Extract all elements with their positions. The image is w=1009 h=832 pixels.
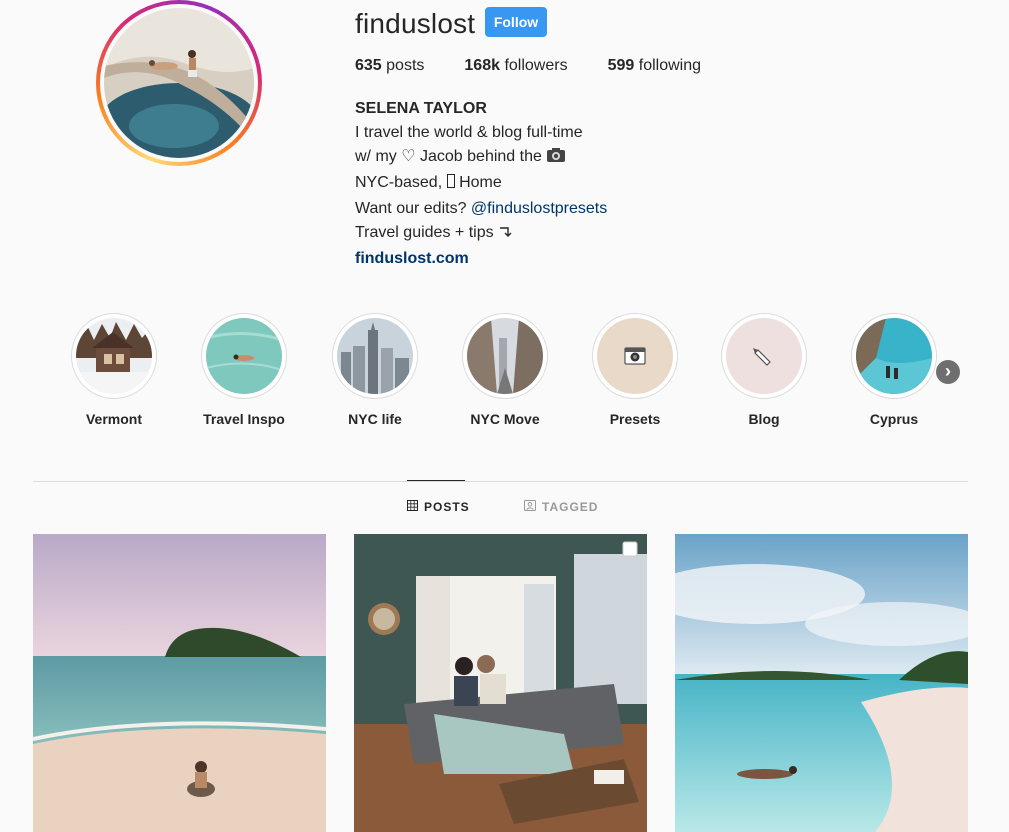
highlight-label: NYC Move — [470, 411, 540, 427]
highlight-nyc-life[interactable]: NYC life — [330, 313, 420, 427]
presets-mention-link[interactable]: @finduslostpresets — [471, 200, 607, 217]
tab-posts-label: POSTS — [424, 500, 470, 514]
street-photo-icon — [467, 318, 543, 394]
username: finduslost — [355, 8, 476, 39]
bio-line-3: NYC-based, Home — [355, 171, 607, 197]
island-beach-photo-icon — [33, 534, 326, 832]
bio-line-5-text: Travel guides + tips — [355, 224, 494, 241]
tab-tagged-label: TAGGED — [542, 500, 599, 514]
avatar-image — [104, 8, 254, 158]
highlights-next-button[interactable]: › — [936, 360, 960, 384]
profile-bio: SELENA TAYLOR I travel the world & blog … — [355, 97, 607, 271]
living-room-photo-icon — [354, 534, 647, 832]
cabin-photo-icon — [76, 318, 152, 394]
skyline-photo-icon — [337, 318, 413, 394]
bio-line-4-text: Want our edits? — [355, 200, 467, 217]
post-thumbnail[interactable] — [675, 534, 968, 832]
full-name: SELENA TAYLOR — [355, 100, 487, 117]
tab-tagged[interactable]: TAGGED — [524, 500, 598, 514]
swimmer-photo-icon — [206, 318, 282, 394]
highlight-ring — [332, 313, 418, 399]
pencil-icon — [726, 318, 802, 394]
highlight-blog[interactable]: Blog — [719, 313, 809, 427]
highlight-travel-inspo[interactable]: Travel Inspo — [199, 313, 289, 427]
profile-stats: 635 posts 168k followers 599 following — [355, 57, 741, 75]
following-count: 599 — [607, 57, 635, 74]
followers-count: 168k — [464, 57, 500, 74]
highlight-presets[interactable]: Presets — [590, 313, 680, 427]
highlight-label: NYC life — [348, 411, 402, 427]
profile-avatar[interactable] — [96, 0, 262, 166]
bio-line-1: I travel the world & blog full-time — [355, 124, 583, 141]
highlight-label: Presets — [609, 411, 661, 427]
lagoon-photo-icon — [675, 534, 968, 832]
posts-label: posts — [386, 57, 425, 74]
following-label: following — [638, 57, 702, 74]
bio-line-3a: NYC-based, — [355, 174, 443, 191]
tab-posts[interactable]: POSTS — [407, 500, 470, 514]
highlight-ring — [592, 313, 678, 399]
active-tab-indicator — [407, 480, 465, 481]
highlight-ring — [201, 313, 287, 399]
camera-emoji-icon — [546, 147, 566, 171]
highlight-label: Vermont — [85, 411, 142, 427]
highlight-vermont[interactable]: Vermont — [69, 313, 159, 427]
follow-button[interactable]: Follow — [485, 7, 547, 37]
tabs-divider — [33, 481, 968, 482]
bio-line-3b: Home — [459, 174, 502, 191]
highlight-nyc-move[interactable]: NYC Move — [460, 313, 550, 427]
posts-stat: 635 posts — [355, 57, 424, 75]
highlight-ring — [71, 313, 157, 399]
website-link[interactable]: finduslost.com — [355, 247, 607, 271]
arrow-down-right-icon — [498, 223, 512, 247]
highlight-ring — [721, 313, 807, 399]
highlight-ring — [851, 313, 937, 399]
bio-line-4: Want our edits? @finduslostpresets — [355, 197, 607, 221]
highlight-ring — [462, 313, 548, 399]
bio-line-2-text: w/ my ♡ Jacob behind the — [355, 148, 542, 165]
followers-label: followers — [504, 57, 568, 74]
post-thumbnail[interactable] — [33, 534, 326, 832]
chevron-right-icon: › — [945, 361, 951, 381]
beach-photo-icon — [856, 318, 932, 394]
followers-stat[interactable]: 168k followers — [464, 57, 567, 75]
highlight-label: Travel Inspo — [203, 411, 285, 427]
highlight-cyprus[interactable]: Cyprus — [849, 313, 939, 427]
bio-line-5: Travel guides + tips — [355, 221, 607, 247]
tagged-user-icon — [524, 500, 536, 514]
highlight-label: Blog — [748, 411, 780, 427]
posts-count: 635 — [355, 57, 382, 74]
missing-glyph-icon — [446, 173, 455, 197]
grid-icon — [407, 500, 418, 514]
post-thumbnail[interactable] — [354, 534, 647, 832]
highlight-label: Cyprus — [869, 411, 919, 427]
camera-icon — [597, 318, 673, 394]
bio-line-2: w/ my ♡ Jacob behind the — [355, 145, 607, 171]
following-stat[interactable]: 599 following — [608, 57, 701, 75]
